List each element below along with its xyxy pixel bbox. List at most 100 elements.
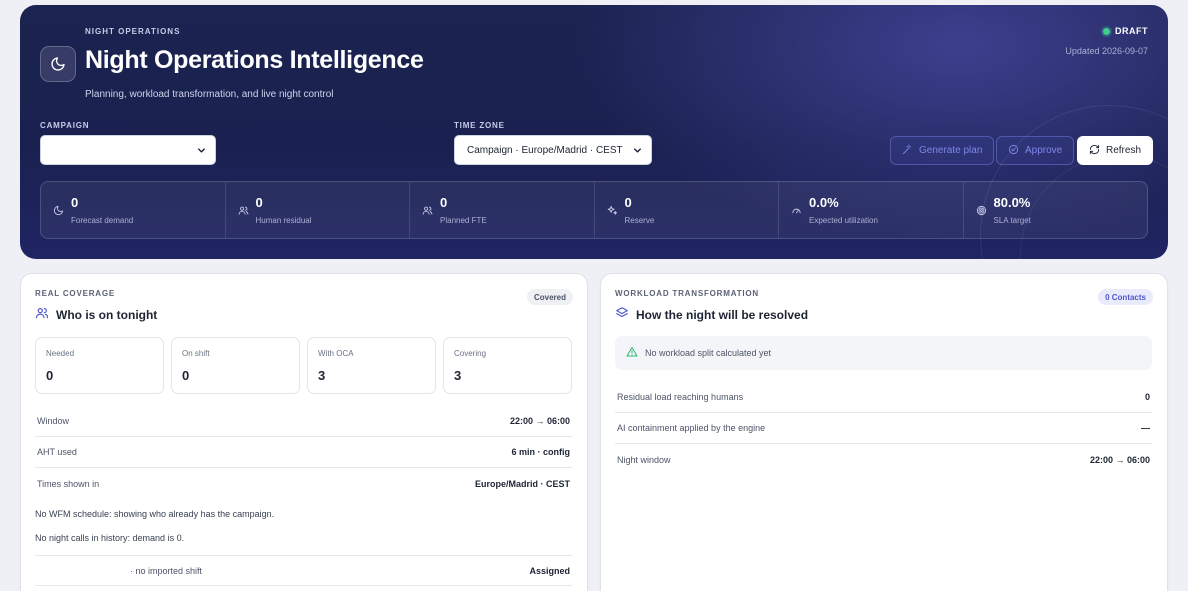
status-badge: DRAFT	[1103, 26, 1148, 36]
kpi-label: Forecast demand	[71, 216, 134, 225]
chevron-down-icon	[196, 145, 207, 159]
stat-value: 0	[46, 368, 54, 383]
kpi-value: 0.0%	[809, 195, 839, 210]
chevron-down-icon	[632, 145, 643, 159]
coverage-note: No WFM schedule: showing who already has…	[35, 509, 275, 519]
row-key: AI containment applied by the engine	[617, 423, 766, 433]
kpi-reserve: 0 Reserve	[595, 182, 779, 238]
kpi-sla-target: 80.0% SLA target	[964, 182, 1148, 238]
users-icon	[422, 203, 433, 221]
sparkles-icon	[607, 203, 618, 221]
layers-icon	[615, 306, 629, 323]
real-coverage-card: REAL COVERAGE Covered Who is on tonight …	[20, 273, 588, 591]
kpi-planned-fte: 0 Planned FTE	[410, 182, 595, 238]
timezone-label: TIME ZONE	[454, 121, 505, 130]
kpi-value: 0	[255, 195, 263, 210]
row-key: Residual load reaching humans	[617, 392, 744, 402]
campaign-select[interactable]	[40, 135, 216, 165]
stat-label: Needed	[46, 349, 75, 358]
page-title: Night Operations Intelligence	[85, 46, 424, 74]
workload-transformation-card: WORKLOAD TRANSFORMATION 0 Contacts How t…	[600, 273, 1168, 591]
stat-label: On shift	[182, 349, 210, 358]
gauge-icon	[791, 203, 802, 221]
coverage-note: No night calls in history: demand is 0.	[35, 533, 185, 543]
agent-row[interactable]: · no imported shift Assigned	[35, 555, 572, 586]
kpi-value: 0	[440, 195, 448, 210]
refresh-icon	[1089, 144, 1100, 158]
row-value: Europe/Madrid · CEST	[474, 478, 570, 489]
warning-icon	[626, 346, 638, 360]
timezone-select-value: Campaign · Europe/Madrid · CEST	[467, 144, 623, 156]
row-key: AHT used	[37, 447, 77, 457]
refresh-label: Refresh	[1106, 145, 1142, 156]
users-icon	[35, 306, 49, 323]
kpi-label: Expected utilization	[809, 216, 878, 225]
approve-label: Approve	[1025, 145, 1063, 156]
detail-row-residual-load: Residual load reaching humans 0	[615, 382, 1152, 413]
detail-row-ai-containment: AI containment applied by the engine —	[615, 413, 1152, 444]
detail-row-timezone: Times shown in Europe/Madrid · CEST	[35, 468, 572, 499]
moon-icon	[53, 203, 64, 221]
agent-status: Assigned	[529, 565, 570, 576]
hero-panel: NIGHT OPERATIONS Night Operations Intell…	[20, 5, 1168, 259]
stat-covering: Covering 3	[443, 337, 572, 394]
card-eyebrow: WORKLOAD TRANSFORMATION	[615, 289, 760, 298]
status-label: DRAFT	[1115, 26, 1148, 36]
detail-row-window: Window 22:00 → 06:00	[35, 406, 572, 437]
card-title: Who is on tonight	[35, 306, 157, 323]
card-eyebrow: REAL COVERAGE	[35, 289, 116, 298]
timezone-select[interactable]: Campaign · Europe/Madrid · CEST	[454, 135, 652, 165]
stat-with-oca: With OCA 3	[307, 337, 436, 394]
row-key: Night window	[617, 454, 671, 465]
stat-needed: Needed 0	[35, 337, 164, 394]
coverage-status-badge: Covered	[526, 289, 573, 305]
notice-text: No workload split calculated yet	[645, 348, 772, 358]
kpi-value: 80.0%	[993, 195, 1031, 210]
status-dot-icon	[1103, 27, 1110, 35]
stat-value: 3	[454, 368, 462, 383]
generate-plan-label: Generate plan	[919, 145, 983, 156]
approve-button[interactable]: Approve	[996, 136, 1075, 165]
contacts-badge: 0 Contacts	[1098, 289, 1153, 305]
moon-icon	[40, 46, 76, 82]
page-subtitle: Planning, workload transformation, and l…	[85, 89, 334, 100]
kpi-strip: 0 Forecast demand 0 Human residual 0 Pla…	[40, 181, 1148, 239]
card-title: How the night will be resolved	[615, 306, 808, 323]
row-value: 0	[1144, 392, 1150, 402]
row-value: 22:00 → 06:00	[509, 416, 570, 426]
detail-row-aht: AHT used 6 min · config	[35, 437, 572, 468]
kpi-human-residual: 0 Human residual	[226, 182, 410, 238]
row-value: 6 min · config	[511, 447, 571, 457]
refresh-button[interactable]: Refresh	[1077, 136, 1154, 165]
hero-eyebrow: NIGHT OPERATIONS	[85, 27, 181, 36]
stat-on-shift: On shift 0	[171, 337, 300, 394]
wand-icon	[902, 143, 913, 158]
card-title-text: How the night will be resolved	[636, 307, 809, 322]
card-title-text: Who is on tonight	[56, 307, 158, 322]
kpi-label: SLA target	[993, 216, 1031, 225]
generate-plan-button[interactable]: Generate plan	[890, 136, 995, 165]
campaign-label: CAMPAIGN	[40, 121, 90, 130]
agent-shift: · no imported shift	[130, 565, 203, 576]
stat-value: 0	[182, 368, 190, 383]
kpi-value: 0	[624, 195, 632, 210]
target-icon	[976, 203, 987, 221]
row-value: 22:00 → 06:00	[1089, 454, 1150, 465]
row-key: Window	[37, 416, 70, 426]
check-circle-icon	[1008, 144, 1019, 158]
empty-state-notice: No workload split calculated yet	[615, 336, 1152, 370]
stat-value: 3	[318, 368, 326, 383]
users-icon	[238, 203, 249, 221]
kpi-label: Reserve	[624, 216, 655, 225]
row-key: Times shown in	[37, 478, 100, 489]
stat-label: With OCA	[318, 349, 354, 358]
detail-row-night-window: Night window 22:00 → 06:00	[615, 444, 1152, 475]
kpi-label: Human residual	[255, 216, 312, 225]
stat-label: Covering	[454, 349, 487, 358]
kpi-label: Planned FTE	[440, 216, 487, 225]
kpi-expected-utilization: 0.0% Expected utilization	[779, 182, 964, 238]
row-value: —	[1141, 423, 1150, 433]
updated-timestamp: Updated 2026-09-07	[1065, 46, 1148, 56]
kpi-value: 0	[71, 195, 79, 210]
kpi-forecast-demand: 0 Forecast demand	[41, 182, 226, 238]
